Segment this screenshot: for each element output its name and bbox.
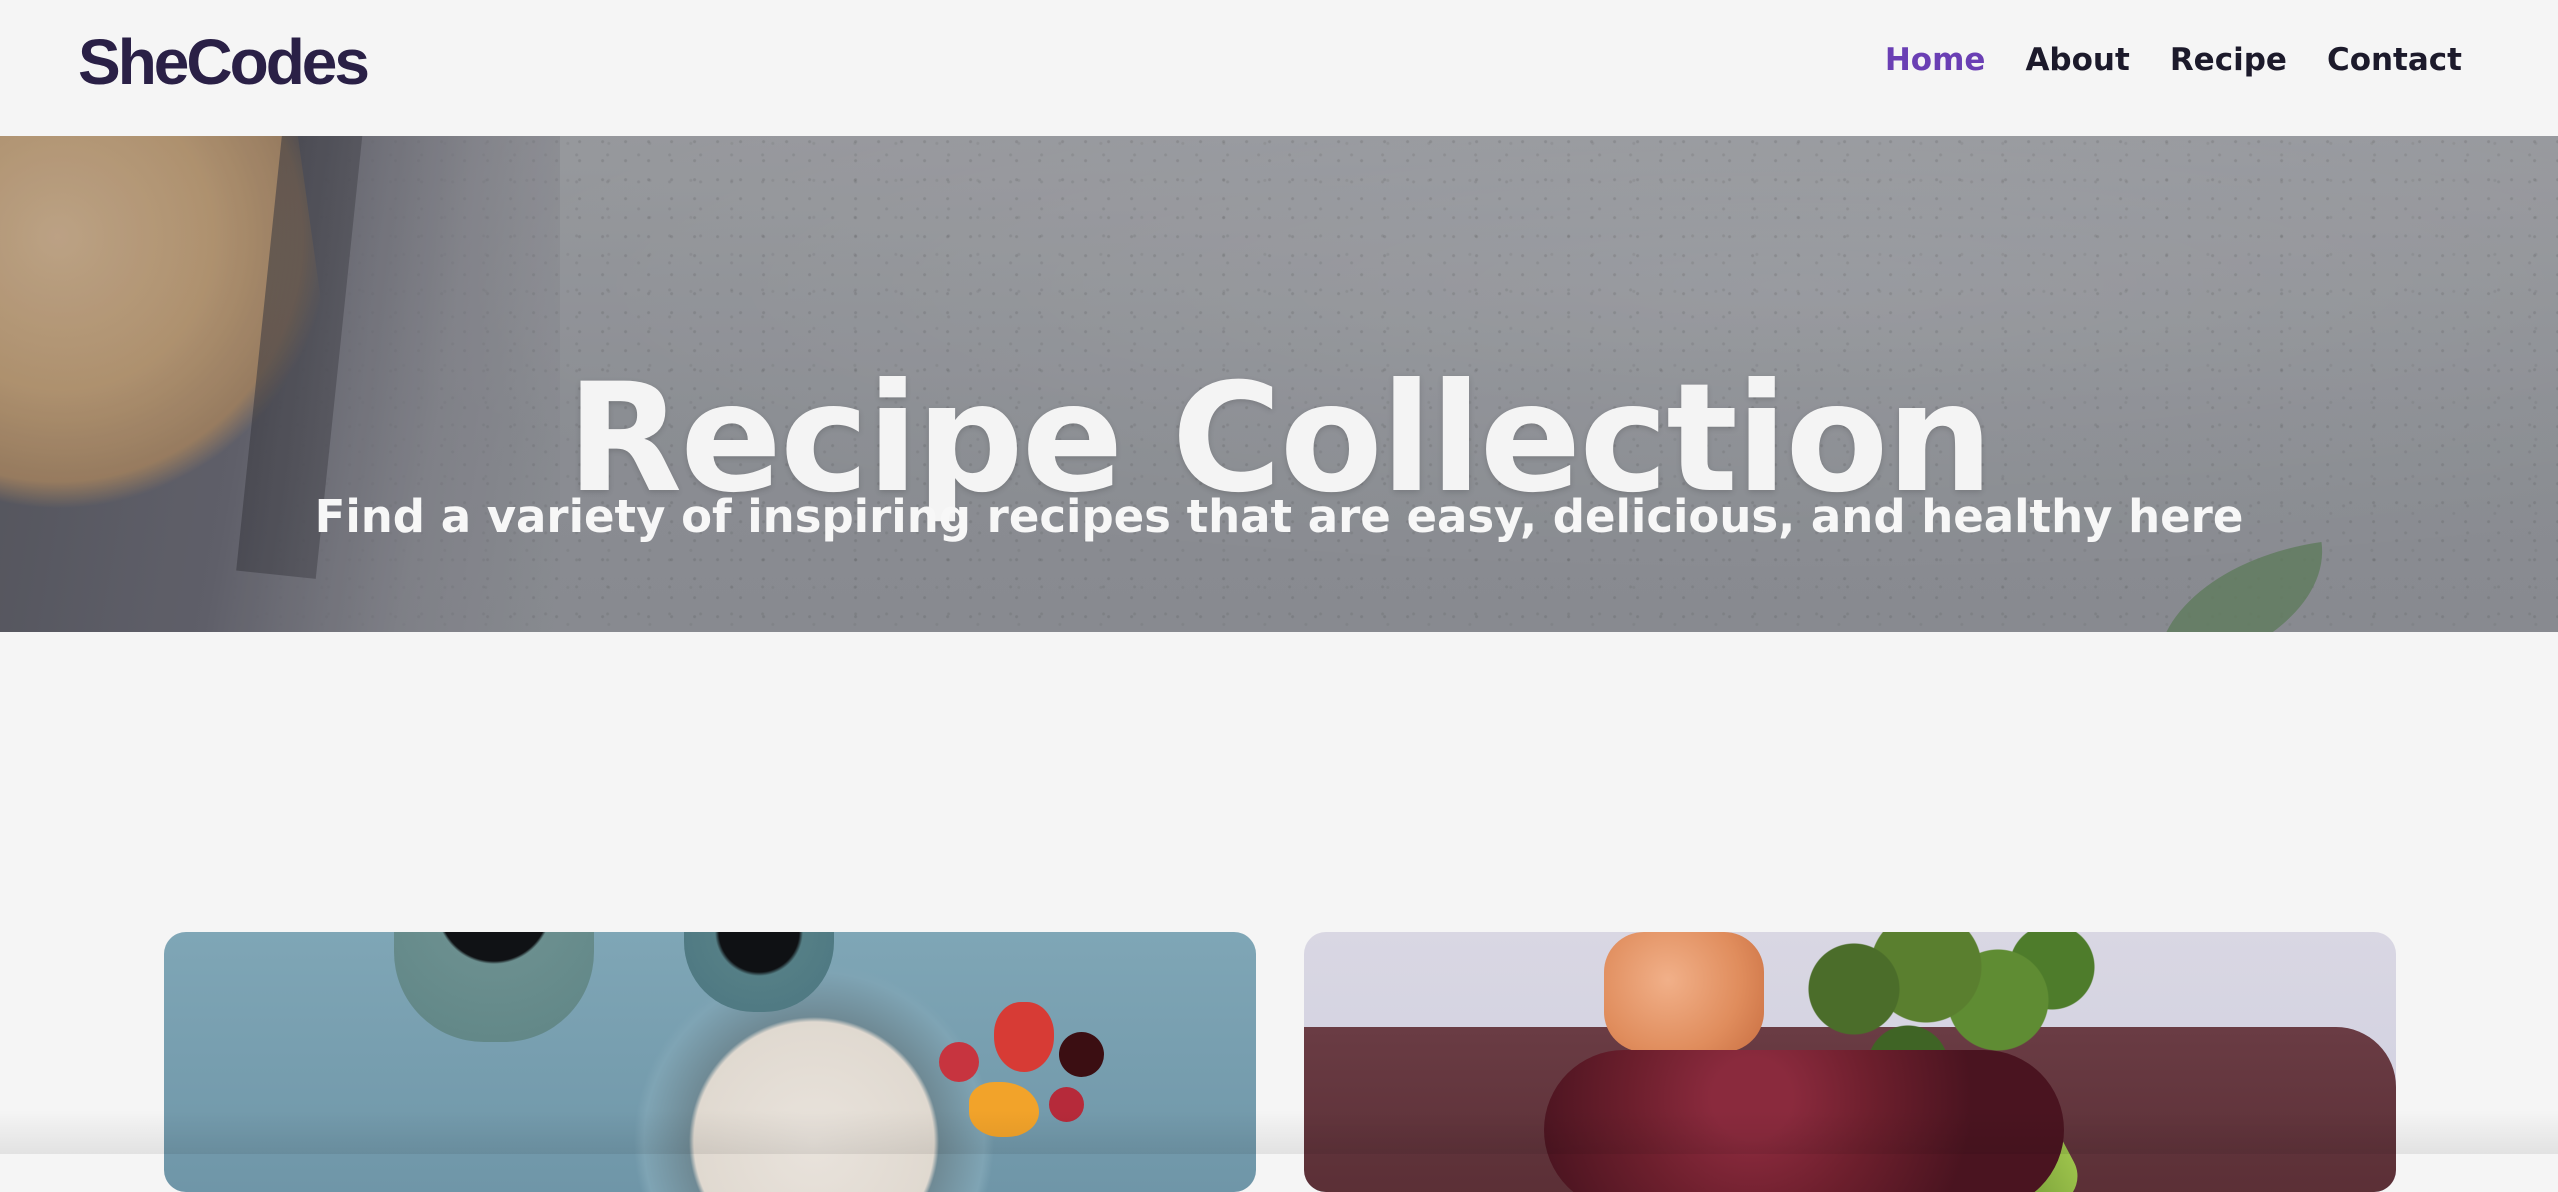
nav-contact[interactable]: Contact (2327, 36, 2462, 84)
berries-image (899, 1002, 1119, 1152)
main-nav: Home About Recipe Contact (1885, 36, 2462, 84)
meat-image (1544, 1050, 2064, 1192)
cherry (1059, 1032, 1104, 1077)
recipe-card-dinner[interactable] (1304, 932, 2396, 1192)
nav-about[interactable]: About (2025, 36, 2129, 84)
nav-home[interactable]: Home (1885, 36, 1986, 84)
brand-logo[interactable]: SheCodes (78, 22, 370, 102)
hero-subtitle: Find a variety of inspiring recipes that… (314, 490, 2244, 543)
cup-image (684, 932, 834, 1012)
raspberry (939, 1042, 979, 1082)
recipe-card-breakfast[interactable] (164, 932, 1256, 1192)
nav-recipe[interactable]: Recipe (2170, 36, 2287, 84)
jug-image (394, 932, 594, 1042)
recipe-section (0, 632, 2558, 1192)
orange-slice (969, 1082, 1039, 1137)
top-navbar: SheCodes Home About Recipe Contact (0, 0, 2558, 136)
strawberry (994, 1002, 1054, 1072)
raspberry (1049, 1087, 1084, 1122)
squash-image (1604, 932, 1764, 1052)
hero-banner: Recipe Collection Find a variety of insp… (0, 136, 2558, 632)
